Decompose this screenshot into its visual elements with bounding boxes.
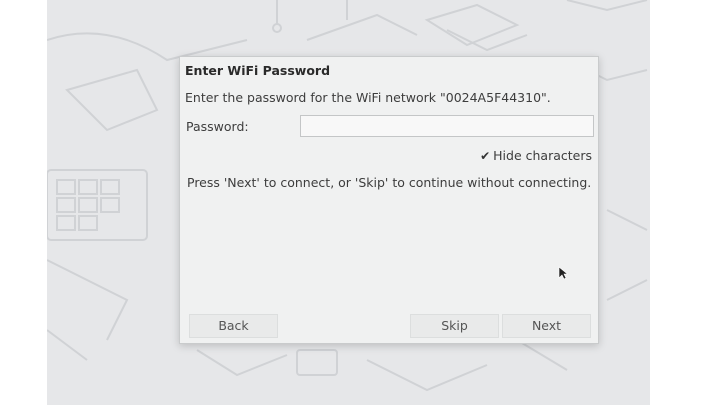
back-button[interactable]: Back — [189, 314, 278, 338]
dialog-description: Enter the password for the WiFi network … — [185, 90, 551, 105]
hide-characters-checkbox[interactable]: ✔ Hide characters — [480, 148, 592, 163]
check-icon: ✔ — [480, 148, 491, 163]
desktop-screen: Enter WiFi Password Enter the password f… — [47, 0, 650, 405]
dialog-title: Enter WiFi Password — [185, 63, 331, 78]
mouse-pointer-icon — [558, 266, 568, 280]
wifi-password-dialog: Enter WiFi Password Enter the password f… — [179, 56, 599, 344]
instructions-text: Press 'Next' to connect, or 'Skip' to co… — [187, 175, 592, 190]
next-button[interactable]: Next — [502, 314, 591, 338]
hide-characters-label: Hide characters — [493, 148, 592, 163]
skip-button[interactable]: Skip — [410, 314, 499, 338]
password-input[interactable] — [300, 115, 594, 137]
password-label: Password: — [186, 119, 249, 134]
